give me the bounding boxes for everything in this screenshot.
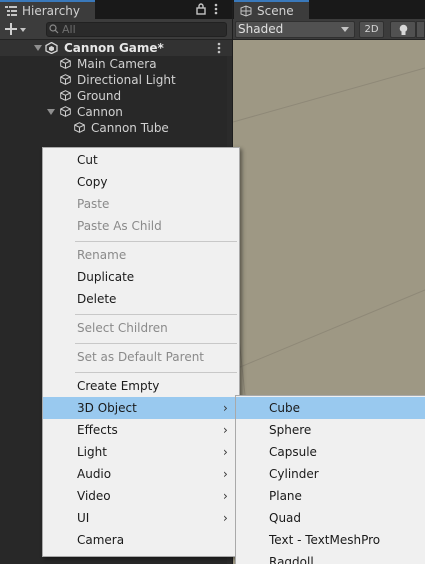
menu-separator <box>75 241 237 242</box>
scene-more-icon[interactable] <box>217 42 221 54</box>
hierarchy-item-cannon[interactable]: Cannon <box>77 104 123 120</box>
menu-item-copy[interactable]: Copy <box>43 171 239 193</box>
menu-item-audio[interactable]: Audio › <box>43 463 239 485</box>
submenu-item-text-textmeshpro[interactable]: Text - TextMeshPro <box>236 529 425 551</box>
submenu-item-sphere[interactable]: Sphere <box>236 419 425 441</box>
menu-item-create-empty[interactable]: Create Empty <box>43 375 239 397</box>
gameobject-cube-icon <box>60 106 71 117</box>
menu-item-select-children[interactable]: Select Children <box>43 317 239 339</box>
menu-separator <box>75 372 237 373</box>
context-menu: Cut Copy Paste Paste As Child Rename Dup… <box>42 147 240 557</box>
menu-item-set-as-default-parent[interactable]: Set as Default Parent <box>43 346 239 368</box>
menu-item-duplicate[interactable]: Duplicate <box>43 266 239 288</box>
tab-hierarchy[interactable]: Hierarchy <box>0 0 95 19</box>
submenu-arrow-icon: › <box>223 511 228 525</box>
hierarchy-item-ground[interactable]: Ground <box>77 88 121 104</box>
scene-name: Cannon Game* <box>64 41 164 55</box>
tab-hierarchy-label: Hierarchy <box>22 4 81 18</box>
expand-arrow-icon[interactable] <box>34 45 42 51</box>
toggle-2d-button[interactable]: 2D <box>359 21 384 38</box>
submenu-3d-object: Cube Sphere Capsule Cylinder Plane Quad … <box>235 395 425 564</box>
gameobject-cube-icon <box>74 122 85 133</box>
more-options-icon[interactable] <box>214 3 218 15</box>
submenu-arrow-icon: › <box>223 445 228 459</box>
light-bulb-icon <box>399 24 408 35</box>
expand-arrow-icon[interactable] <box>47 109 55 115</box>
menu-item-rename[interactable]: Rename <box>43 244 239 266</box>
lighting-toggle-button[interactable] <box>390 21 416 38</box>
plus-icon[interactable] <box>5 23 17 35</box>
submenu-arrow-icon: › <box>223 489 228 503</box>
shading-mode-dropdown[interactable]: Shaded <box>235 21 355 38</box>
scene-grid-icon <box>240 5 252 17</box>
submenu-item-plane[interactable]: Plane <box>236 485 425 507</box>
hierarchy-item-main-camera[interactable]: Main Camera <box>77 56 157 72</box>
unity-scene-icon <box>45 42 58 54</box>
menu-item-paste[interactable]: Paste <box>43 193 239 215</box>
menu-item-camera[interactable]: Camera <box>43 529 239 551</box>
submenu-item-cube[interactable]: Cube <box>236 397 425 419</box>
list-icon <box>5 6 17 16</box>
chevron-down-icon <box>341 27 349 32</box>
submenu-item-quad[interactable]: Quad <box>236 507 425 529</box>
submenu-arrow-icon: › <box>223 401 228 415</box>
shading-mode-value: Shaded <box>238 22 284 36</box>
scene-more-button[interactable] <box>416 21 425 38</box>
menu-item-delete[interactable]: Delete <box>43 288 239 310</box>
hierarchy-item-cannon-tube[interactable]: Cannon Tube <box>91 120 169 136</box>
menu-item-paste-as-child[interactable]: Paste As Child <box>43 215 239 237</box>
gameobject-cube-icon <box>60 90 71 101</box>
menu-item-cut[interactable]: Cut <box>43 149 239 171</box>
menu-separator <box>75 343 237 344</box>
submenu-item-cylinder[interactable]: Cylinder <box>236 463 425 485</box>
submenu-arrow-icon: › <box>223 467 228 481</box>
submenu-arrow-icon: › <box>223 423 228 437</box>
gameobject-cube-icon <box>60 74 71 85</box>
search-icon <box>49 24 59 34</box>
menu-separator <box>75 314 237 315</box>
tab-scene-label: Scene <box>257 4 294 18</box>
submenu-item-ragdoll[interactable]: Ragdoll <box>236 551 425 564</box>
menu-item-3d-object[interactable]: 3D Object › <box>43 397 239 419</box>
menu-item-light[interactable]: Light › <box>43 441 239 463</box>
menu-item-effects[interactable]: Effects › <box>43 419 239 441</box>
menu-item-ui[interactable]: UI › <box>43 507 239 529</box>
hierarchy-item-directional-light[interactable]: Directional Light <box>77 72 176 88</box>
menu-item-video[interactable]: Video › <box>43 485 239 507</box>
search-placeholder: All <box>62 23 76 36</box>
submenu-item-capsule[interactable]: Capsule <box>236 441 425 463</box>
create-dropdown-arrow-icon[interactable] <box>20 28 26 32</box>
gameobject-cube-icon <box>60 58 71 69</box>
tab-scene[interactable]: Scene <box>234 0 309 19</box>
lock-icon[interactable] <box>196 3 206 15</box>
